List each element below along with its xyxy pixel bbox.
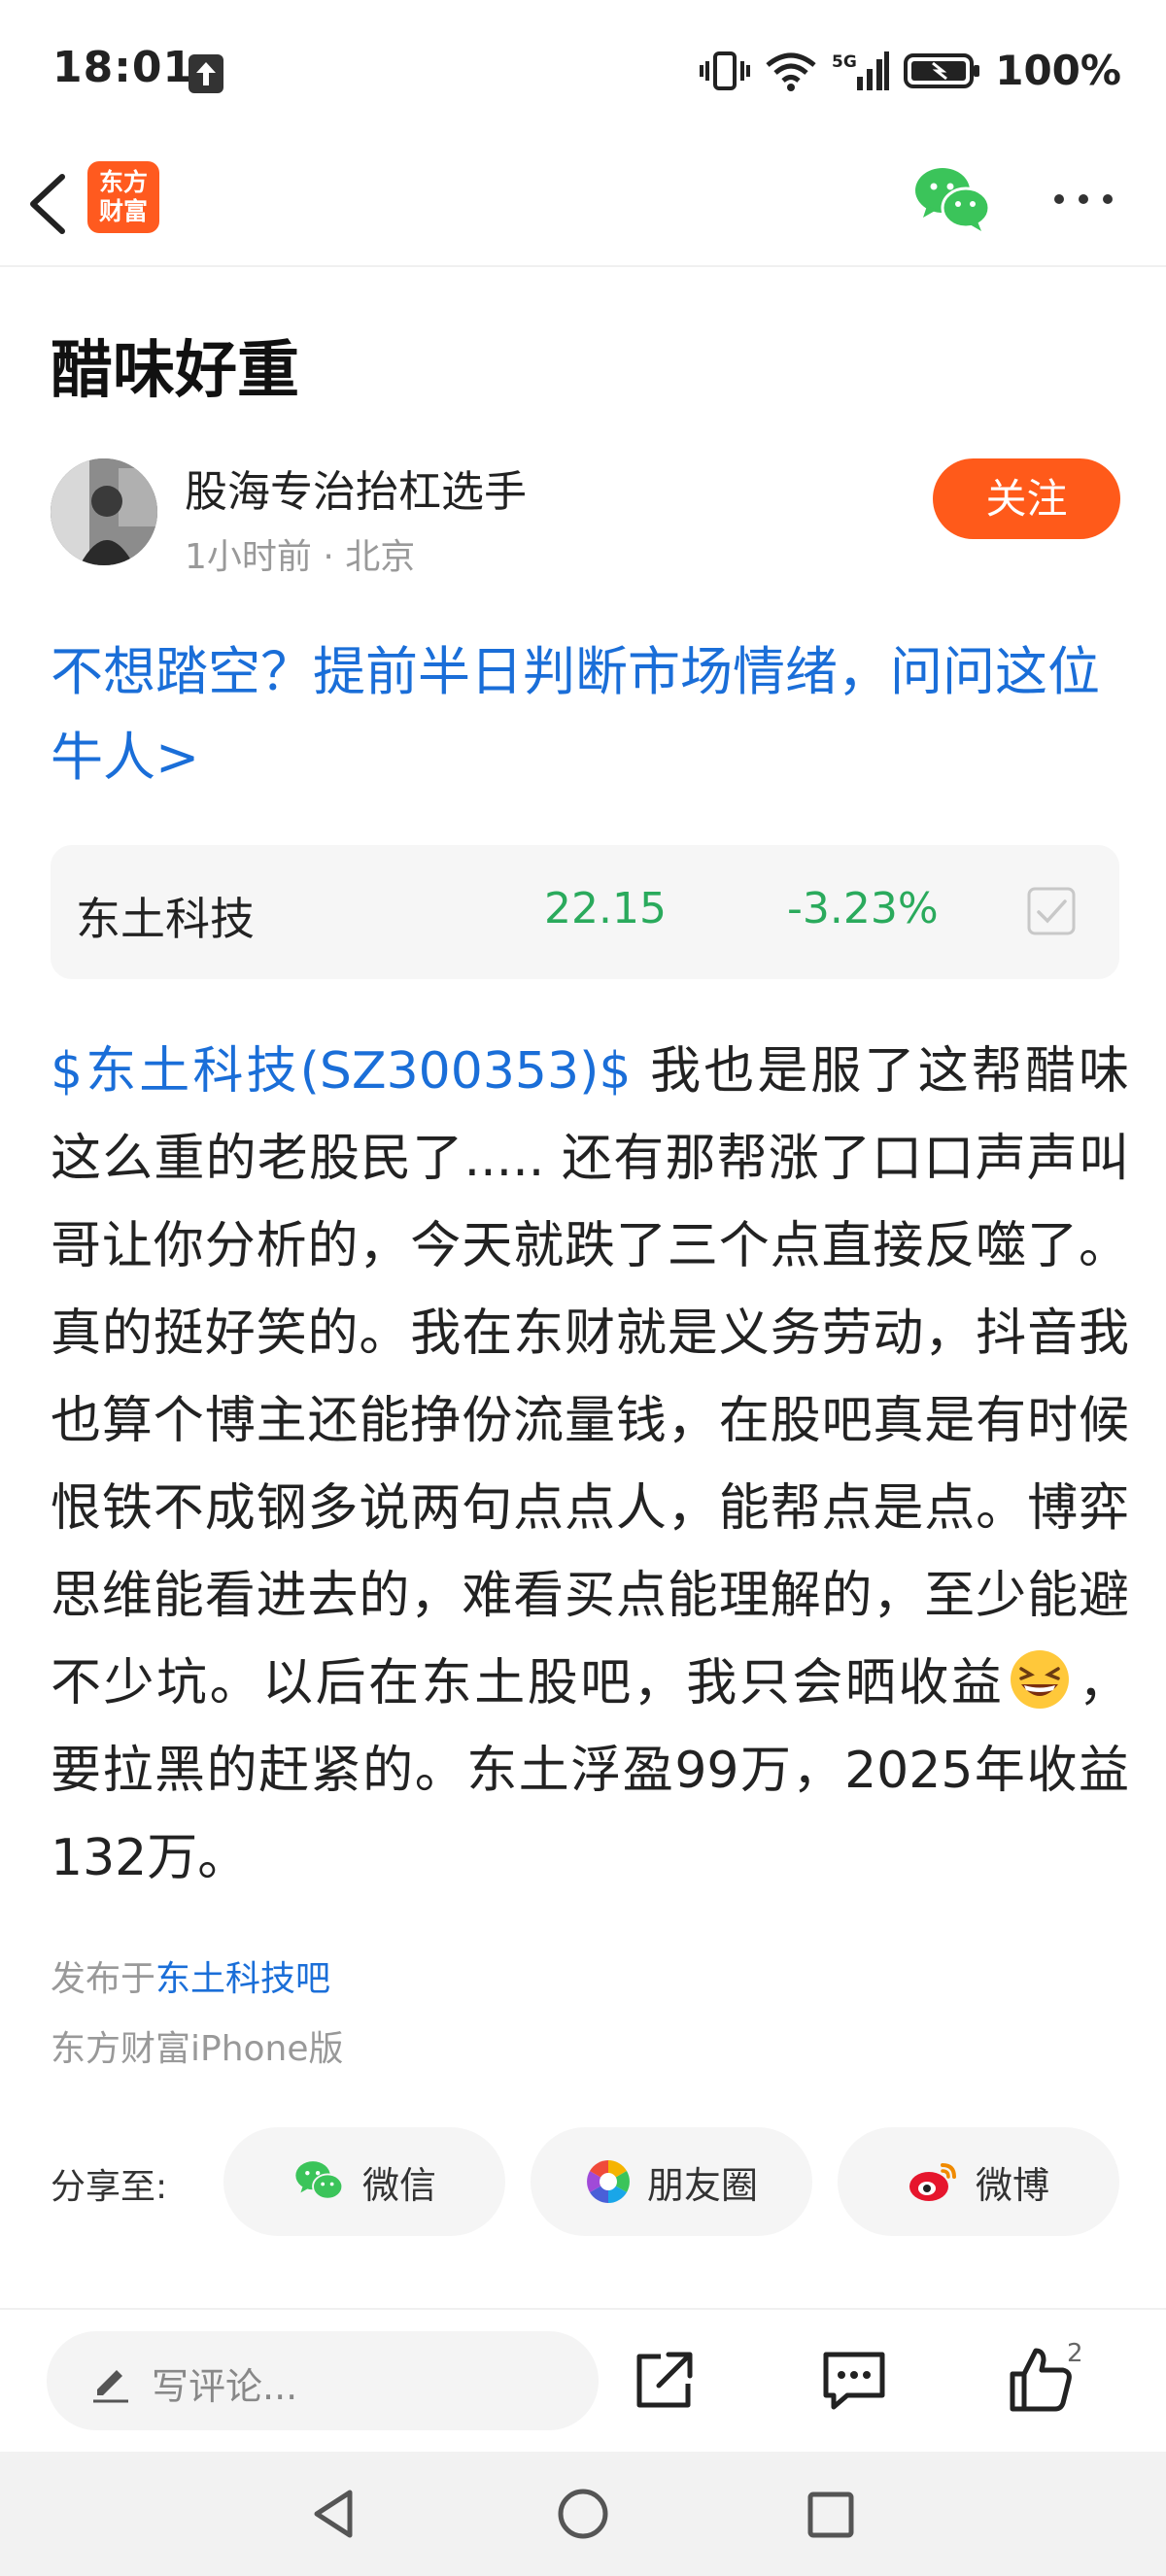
add-watchlist-checkbox[interactable] (1026, 886, 1077, 936)
stock-bar-link[interactable]: 东土科技吧 (155, 1959, 330, 1999)
comment-input[interactable]: 写评论... (47, 2331, 599, 2430)
wechat-icon (915, 168, 991, 231)
wechat-share-button[interactable] (913, 163, 993, 237)
post-body: $东土科技(SZ300353)$ 我也是服了这帮醋味这么重的老股民了..... … (51, 1028, 1129, 1902)
moments-icon (587, 2160, 630, 2203)
pencil-icon (93, 2370, 128, 2403)
share-button[interactable] (630, 2347, 698, 2415)
top-nav-bar: 东方 财富 (0, 146, 1166, 267)
author-name[interactable]: 股海专治抬杠选手 (185, 457, 527, 519)
post-title: 醋味好重 (51, 335, 299, 407)
promo-link[interactable]: 不想踏空？提前半日判断市场情绪，问问这位牛人> (51, 629, 1129, 800)
nav-recent-apps-icon[interactable] (806, 2491, 855, 2539)
back-arrow-icon (30, 174, 65, 234)
more-button[interactable] (1049, 175, 1117, 223)
follow-button[interactable]: 关注 (933, 458, 1120, 539)
thumbs-up-icon (1010, 2348, 1072, 2412)
wifi-icon (766, 52, 816, 91)
body-text-part1: 我也是服了这帮醋味这么重的老股民了..... 还有那帮涨了口口声声叫哥让你分析的… (51, 1042, 1129, 1712)
stock-card[interactable]: 东土科技 22.15 -3.23% (51, 845, 1119, 979)
like-button[interactable] (1007, 2345, 1075, 2415)
status-icons: 5G 100% (700, 47, 1121, 94)
status-bar: 18:01 5G 100% (0, 0, 1166, 146)
comment-placeholder: 写评论... (152, 2365, 298, 2408)
share-wechat-button[interactable]: 微信 (223, 2127, 505, 2236)
post-meta: 1小时前 · 北京 (185, 537, 416, 577)
share-wechat-label: 微信 (361, 2163, 436, 2207)
stock-change: -3.23% (787, 884, 939, 933)
comment-icon (823, 2352, 885, 2410)
like-count: 2 (1067, 2339, 1083, 2368)
share-moments-label: 朋友圈 (646, 2163, 758, 2207)
nav-home-icon[interactable] (556, 2487, 610, 2541)
checkbox-icon (1027, 887, 1076, 935)
nav-back-icon[interactable] (307, 2487, 361, 2541)
battery-percent: 100% (995, 47, 1121, 94)
share-external-icon (636, 2352, 693, 2408)
published-in: 发布于东土科技吧 (51, 1959, 331, 1999)
post-device: 东方财富iPhone版 (51, 2029, 344, 2069)
signal-icon: 5G (832, 51, 890, 90)
system-nav-bar (0, 2452, 1166, 2576)
avatar-image (51, 458, 157, 565)
more-icon (1054, 194, 1113, 204)
bottom-action-bar: 写评论... 2 (0, 2308, 1166, 2452)
weibo-icon (909, 2163, 956, 2201)
avatar[interactable] (51, 458, 157, 565)
share-weibo-button[interactable]: 微博 (838, 2127, 1119, 2236)
share-label: 分享至: (51, 2167, 168, 2207)
battery-icon (904, 52, 980, 88)
stock-tag-link[interactable]: $东土科技(SZ300353)$ (51, 1042, 631, 1101)
share-moments-button[interactable]: 朋友圈 (531, 2127, 812, 2236)
vibrate-icon (700, 51, 751, 90)
comment-button[interactable] (818, 2347, 890, 2415)
status-time: 18:01 (52, 43, 194, 92)
upload-icon (189, 54, 223, 93)
wechat-icon (295, 2161, 344, 2200)
stock-name: 东土科技 (76, 893, 255, 945)
stock-price: 22.15 (544, 884, 667, 933)
svg-text:5G: 5G (832, 52, 857, 72)
grinning-emoji-icon (1011, 1650, 1070, 1709)
back-button[interactable] (21, 163, 80, 241)
share-weibo-label: 微博 (975, 2163, 1049, 2207)
app-logo[interactable]: 东方 财富 (87, 161, 159, 233)
